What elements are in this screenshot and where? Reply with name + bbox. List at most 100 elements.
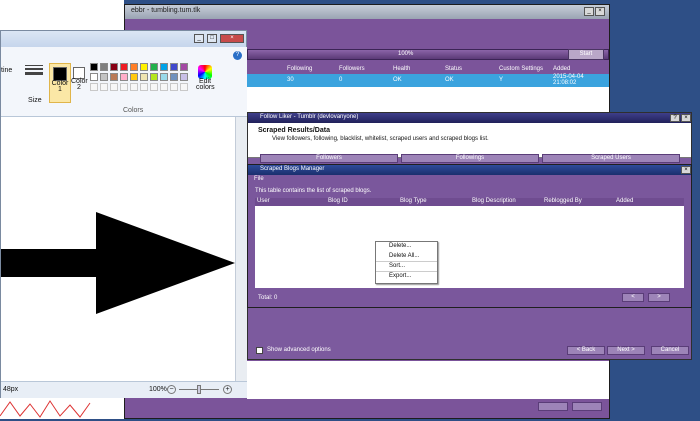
prev-page-button[interactable]: < — [622, 293, 644, 302]
paint-minimize-button[interactable]: _ — [194, 34, 204, 43]
dialog-help-button[interactable]: ? — [670, 114, 680, 122]
palette-swatch[interactable] — [140, 73, 148, 81]
col-followers[interactable]: Followers — [339, 66, 365, 72]
advanced-options-checkbox[interactable] — [256, 347, 263, 354]
palette-swatch[interactable] — [110, 63, 118, 71]
blogs-table-header: User Blog ID Blog Type Blog Description … — [255, 198, 684, 206]
color1-button[interactable]: Color 1 — [49, 63, 71, 103]
rainbow-icon — [198, 65, 212, 79]
line-label: tine — [1, 67, 13, 74]
palette-swatch[interactable] — [90, 73, 98, 81]
arrow-drawing — [1, 212, 235, 314]
palette-swatch[interactable] — [90, 63, 98, 71]
zoom-in-icon[interactable]: + — [223, 385, 232, 394]
palette-swatch[interactable] — [160, 73, 168, 81]
paint-titlebar: _ □ × — [1, 31, 246, 47]
palette-swatch[interactable] — [120, 63, 128, 71]
palette-swatch[interactable] — [130, 63, 138, 71]
help-icon[interactable]: ? — [233, 51, 242, 60]
blogs-table-body[interactable] — [255, 206, 684, 288]
palette-swatch[interactable] — [120, 73, 128, 81]
palette-swatch[interactable] — [130, 73, 138, 81]
paint-canvas[interactable] — [1, 117, 235, 381]
cancel-button[interactable]: Cancel — [651, 346, 689, 355]
tab-scraped-users[interactable]: Scraped Users — [542, 154, 680, 163]
selected-table-row[interactable]: 30 0 OK OK Y 2015-04-04 21:08:02 — [247, 74, 609, 87]
total-count: Total: 0 — [258, 295, 278, 301]
col-health[interactable]: Health — [393, 66, 410, 72]
close-button[interactable]: × — [595, 7, 605, 16]
empty-palette-swatch[interactable] — [140, 83, 148, 91]
palette-swatch[interactable] — [170, 63, 178, 71]
menu-item-delete-all[interactable]: Delete All... — [376, 252, 437, 262]
lower-list-area — [247, 361, 609, 399]
file-menu[interactable]: File — [254, 176, 264, 182]
tab-followers[interactable]: Followers — [260, 154, 398, 163]
color2-button[interactable]: Color 2 — [71, 63, 88, 103]
menu-item-export[interactable]: Export... — [376, 272, 437, 282]
minimize-button[interactable]: _ — [584, 7, 594, 16]
col-blog-type[interactable]: Blog Type — [400, 198, 427, 204]
cell-health: OK — [393, 77, 402, 83]
progress-bar: 100% — [247, 49, 609, 60]
zoom-slider-thumb[interactable] — [197, 385, 201, 394]
col-added[interactable]: Added — [553, 66, 570, 72]
dialog-close-button[interactable]: × — [681, 114, 691, 122]
empty-palette-swatch[interactable] — [150, 83, 158, 91]
tab-followings[interactable]: Followings — [401, 154, 539, 163]
zoom-out-icon[interactable]: − — [167, 385, 176, 394]
color1-swatch — [53, 67, 67, 81]
header-subtitle: View followers, following, blacklist, wh… — [272, 136, 489, 142]
empty-palette-swatch[interactable] — [160, 83, 168, 91]
empty-palette-swatch[interactable] — [130, 83, 138, 91]
col-custom-settings[interactable]: Custom Settings — [499, 66, 543, 72]
empty-palette-swatch[interactable] — [170, 83, 178, 91]
col-blog-description[interactable]: Blog Description — [472, 198, 516, 204]
paint-close-button[interactable]: × — [220, 34, 244, 43]
next-page-button[interactable]: > — [648, 293, 670, 302]
color2-label: Color 2 — [71, 78, 88, 91]
color1-label: Color 1 — [51, 80, 69, 93]
col-blog-id[interactable]: Blog ID — [328, 198, 348, 204]
manager-close-button[interactable]: × — [681, 166, 691, 174]
vertical-scrollbar[interactable] — [235, 117, 247, 381]
cell-status: OK — [445, 77, 454, 83]
palette-swatch[interactable] — [110, 73, 118, 81]
empty-palette-swatch[interactable] — [120, 83, 128, 91]
palette-swatch[interactable] — [100, 63, 108, 71]
size-lines-icon[interactable] — [25, 65, 43, 75]
palette-swatch[interactable] — [150, 63, 158, 71]
col-status[interactable]: Status — [445, 66, 462, 72]
bg-next-button[interactable] — [572, 402, 602, 411]
col-following[interactable]: Following — [287, 66, 312, 72]
palette-swatch[interactable] — [150, 73, 158, 81]
advanced-options-label: Show advanced options — [267, 347, 331, 353]
empty-palette-swatch[interactable] — [110, 83, 118, 91]
window-title: ebbr - tumbling.tum.tlk — [125, 5, 609, 19]
palette-swatch[interactable] — [100, 73, 108, 81]
menu-item-sort[interactable]: Sort... — [376, 262, 437, 272]
next-button[interactable]: Next > — [607, 346, 645, 355]
palette-swatch[interactable] — [140, 63, 148, 71]
context-menu: Delete... Delete All... Sort... Export..… — [375, 241, 438, 284]
start-button[interactable]: Start — [568, 49, 604, 60]
back-button[interactable]: < Back — [567, 346, 605, 355]
col-user[interactable]: User — [257, 198, 270, 204]
bg-back-button[interactable] — [538, 402, 568, 411]
paint-ribbon: ? tine Size Color 1 Color 2 Edit colors … — [1, 47, 247, 117]
empty-palette-swatch[interactable] — [180, 83, 188, 91]
col-reblogged-by[interactable]: Reblogged By — [544, 198, 582, 204]
column-header-row: Following Followers Health Status Custom… — [247, 66, 609, 74]
paint-maximize-button[interactable]: □ — [207, 34, 217, 43]
palette-swatch[interactable] — [170, 73, 178, 81]
cell-added: 2015-04-04 21:08:02 — [553, 74, 584, 86]
palette-swatch[interactable] — [180, 73, 188, 81]
palette-swatch[interactable] — [160, 63, 168, 71]
palette-swatch[interactable] — [180, 63, 188, 71]
edit-colors-button[interactable]: Edit colors — [196, 63, 215, 103]
empty-palette-swatch[interactable] — [100, 83, 108, 91]
col-added[interactable]: Added — [616, 198, 633, 204]
menu-item-delete[interactable]: Delete... — [376, 242, 437, 252]
empty-palette-swatch[interactable] — [90, 83, 98, 91]
header-title: Scraped Results/Data — [258, 127, 330, 134]
